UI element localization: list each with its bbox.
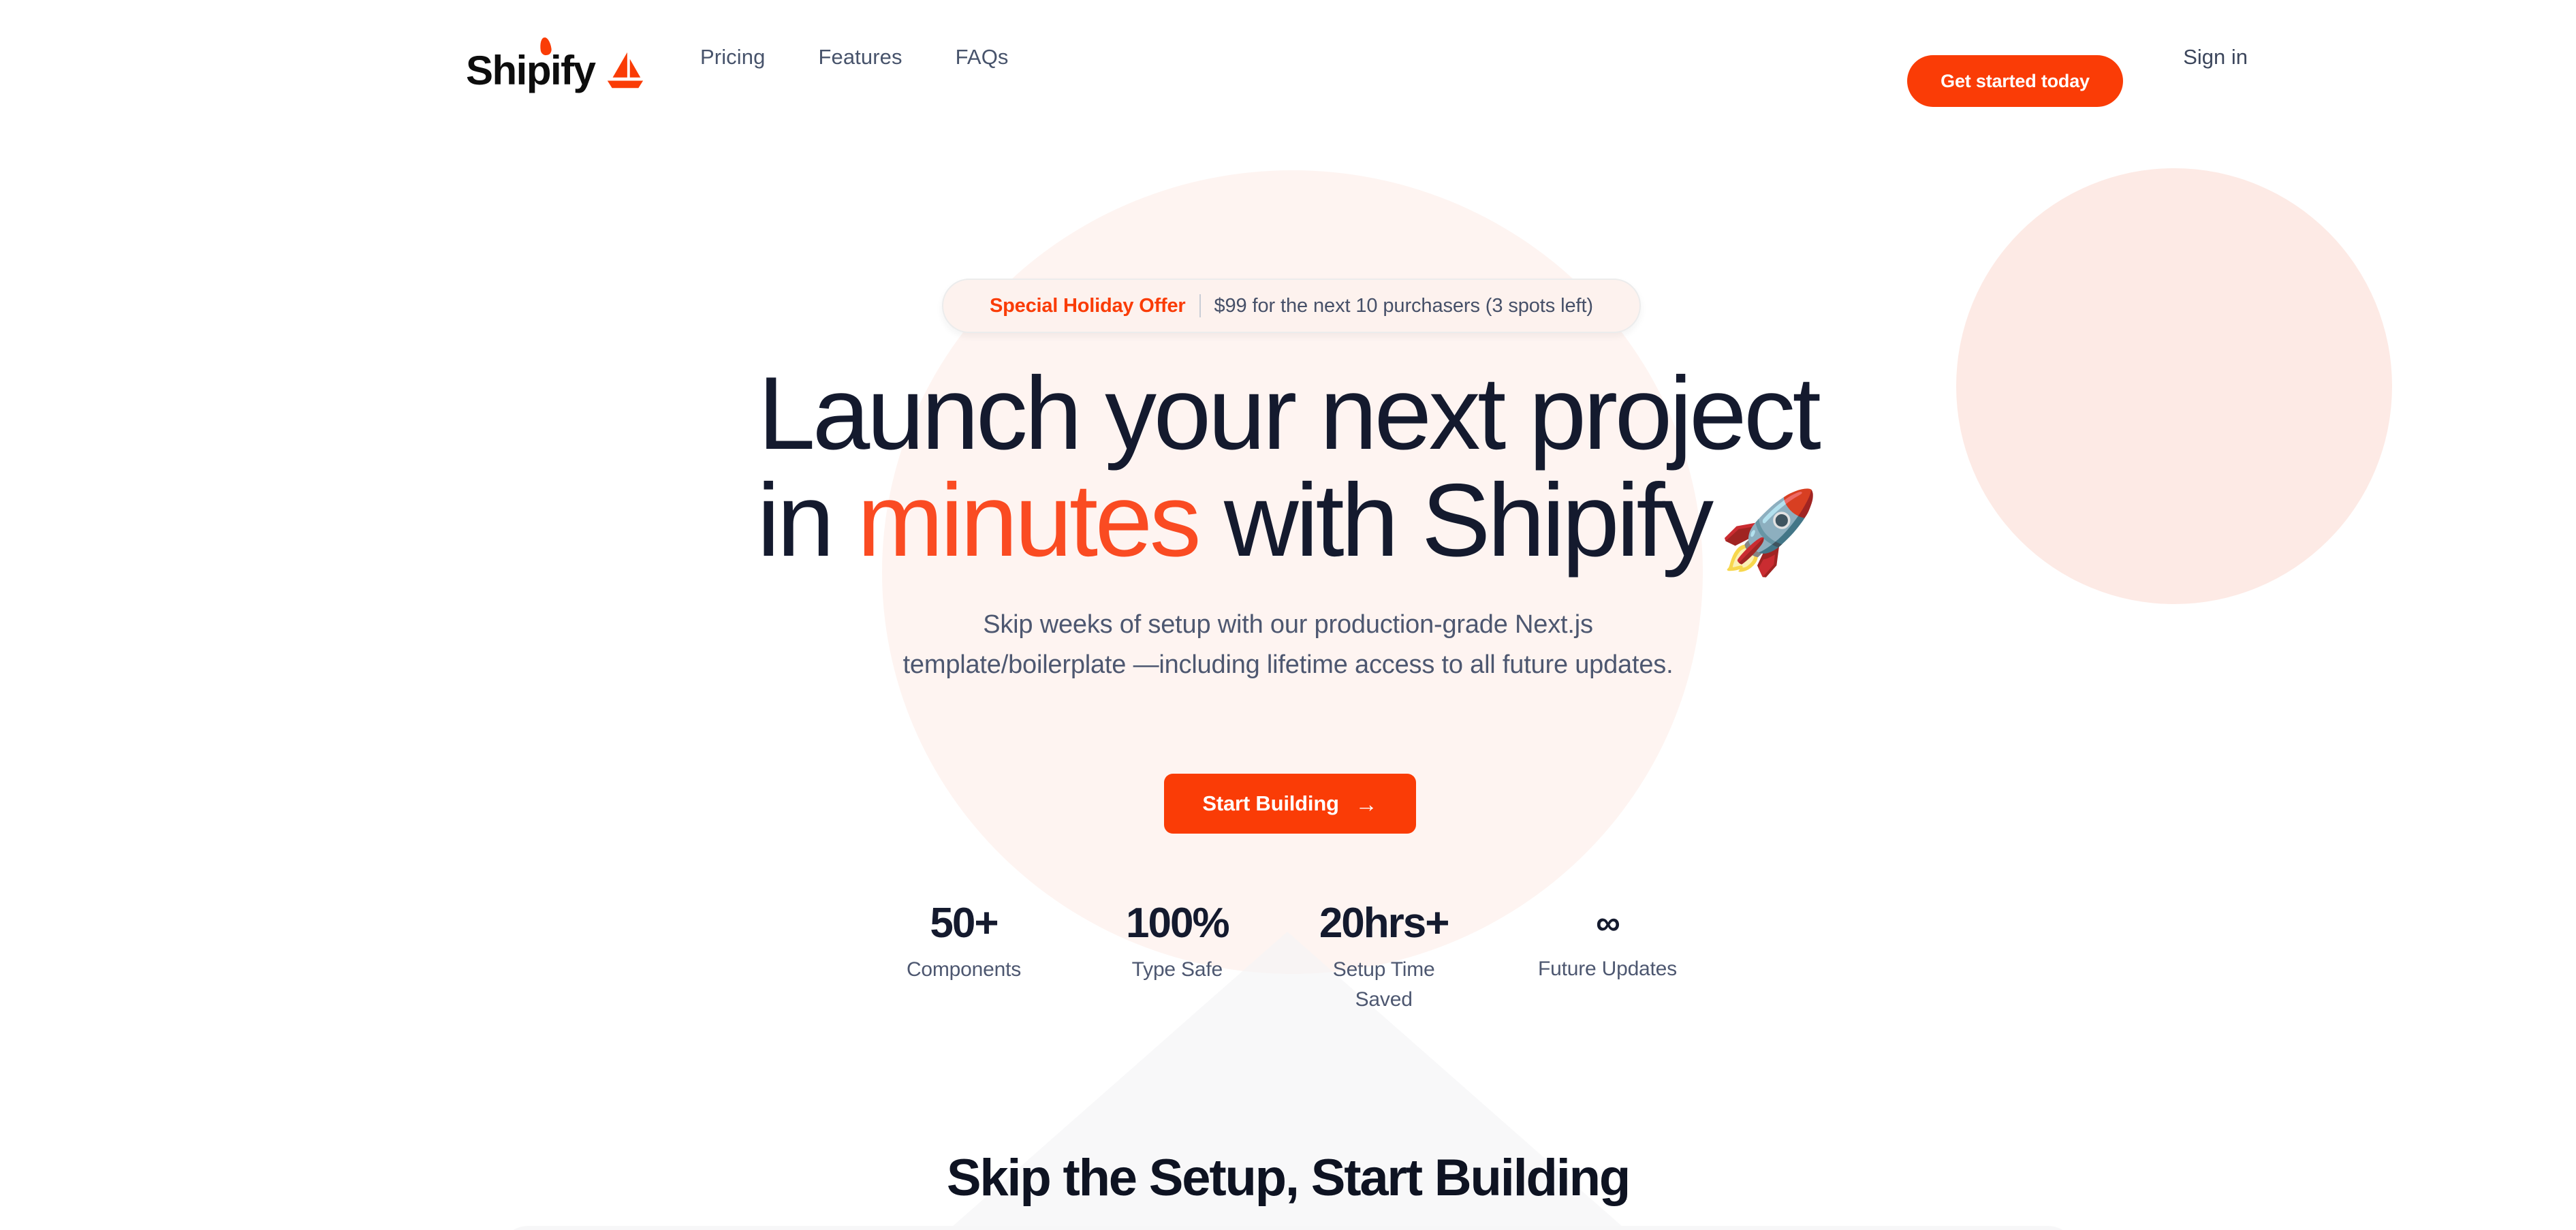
next-section-title: Skip the Setup, Start Building (946, 1149, 1631, 1207)
landing-page: Shipify Pricing Features FAQs Sign in Ge… (0, 0, 2576, 1230)
brand-name: Shipify (466, 48, 596, 93)
stat-label: Future Updates (1537, 958, 1677, 980)
primary-nav: Pricing Features FAQs (700, 0, 1009, 114)
headline-line-2-pre: in (757, 462, 858, 578)
site-header: Shipify Pricing Features FAQs Sign in Ge… (0, 0, 2576, 114)
hero-headline: Launch your next project in minutes with… (0, 360, 2576, 574)
arrow-right-icon: → (1355, 791, 1378, 817)
stat-value: ∞ (1596, 904, 1620, 942)
start-building-label: Start Building (1202, 791, 1339, 815)
brand-logo[interactable]: Shipify (466, 37, 646, 93)
stat-value: 50+ (930, 900, 999, 947)
offer-highlight: Special Holiday Offer (990, 294, 1186, 317)
stat-label: Type Safe (1131, 958, 1223, 981)
stat-label: Components (906, 958, 1022, 981)
stat-components: 50+ Components (885, 901, 1042, 985)
hero-subheadline: Skip weeks of setup with our production-… (902, 610, 1674, 679)
special-offer-badge[interactable]: Special Holiday Offer $99 for the next 1… (942, 279, 1641, 333)
headline-accent-word: minutes (857, 462, 1201, 578)
header-inner: Shipify Pricing Features FAQs Sign in Ge… (0, 0, 2576, 114)
nav-item-faqs[interactable]: FAQs (956, 45, 1009, 69)
rocket-icon: 🚀 (1718, 487, 1819, 578)
stat-type-safe: 100% Type Safe (1105, 901, 1248, 985)
hero-section: Special Holiday Offer $99 for the next 1… (0, 0, 2576, 1230)
headline-line-1: Launch your next project (757, 356, 1821, 471)
stat-future-updates: ∞ Future Updates (1519, 901, 1696, 984)
offer-divider (1199, 294, 1201, 317)
start-building-button[interactable]: Start Building → (1164, 774, 1416, 834)
sign-in-link[interactable]: Sign in (2183, 0, 2248, 114)
get-started-button[interactable]: Get started today (1907, 55, 2123, 107)
stat-label: Setup Time Saved (1332, 958, 1435, 1011)
sailboat-icon (607, 52, 643, 89)
stat-setup-time-saved: 20hrs+ Setup Time Saved (1313, 901, 1456, 1014)
nav-item-pricing[interactable]: Pricing (700, 45, 765, 69)
stat-value: 100% (1126, 900, 1230, 947)
nav-item-features[interactable]: Features (818, 45, 902, 69)
stat-value: 20hrs+ (1319, 900, 1450, 947)
hero-stats: 50+ Components 100% Type Safe 20hrs+ Set… (885, 901, 1696, 1014)
headline-line-2-post: with Shipify (1198, 462, 1714, 578)
offer-detail: $99 for the next 10 purchasers (3 spots … (1214, 294, 1594, 317)
